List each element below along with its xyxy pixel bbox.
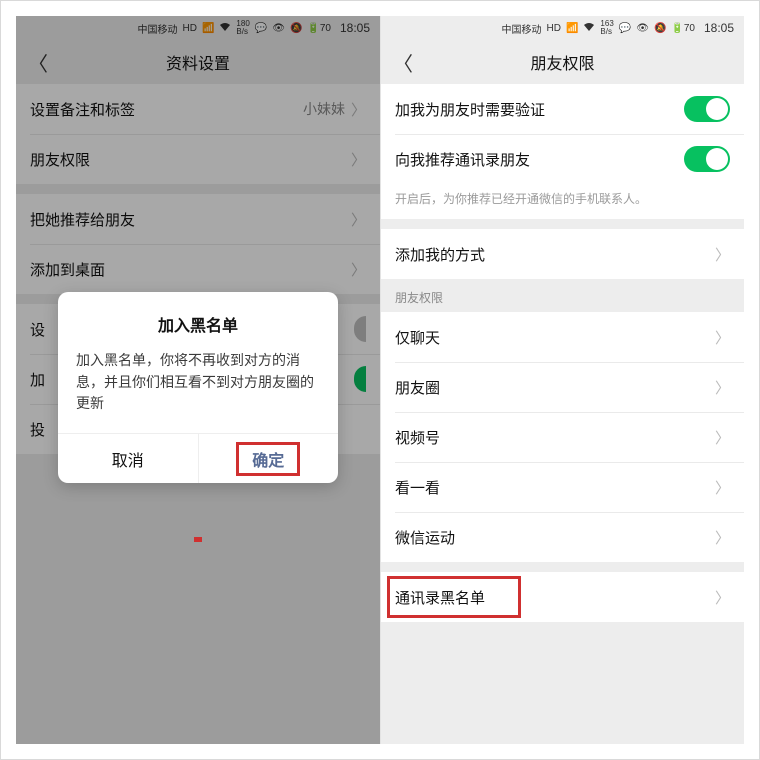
cancel-button[interactable]: 取消 xyxy=(58,434,199,483)
dialog-title: 加入黑名单 xyxy=(76,312,320,336)
chevron-right-icon: 〉 xyxy=(715,244,730,265)
chevron-right-icon: 〉 xyxy=(715,587,730,608)
row-label: 朋友圈 xyxy=(395,377,440,398)
back-button[interactable]: 〈 xyxy=(393,48,413,77)
net-rate: 163B/s xyxy=(600,20,613,36)
clock: 18:05 xyxy=(704,21,734,35)
row-channels[interactable]: 视频号 〉 xyxy=(381,412,744,462)
phone-right: 中国移动 HD 📶 163B/s 💬 👁 🔕 🔋70 18:05 〈 朋友权限 xyxy=(380,16,744,744)
row-label: 仅聊天 xyxy=(395,327,440,348)
row-moments[interactable]: 朋友圈 〉 xyxy=(381,362,744,412)
row-label: 加我为朋友时需要验证 xyxy=(395,99,545,120)
red-marker xyxy=(194,537,202,542)
row-friend-verify: 加我为朋友时需要验证 xyxy=(381,84,744,134)
signal-icon: 📶 xyxy=(566,23,578,34)
row-label: 向我推荐通讯录朋友 xyxy=(395,149,530,170)
row-add-method[interactable]: 添加我的方式 〉 xyxy=(381,229,744,279)
row-label: 视频号 xyxy=(395,427,440,448)
toggle-recommend-contacts[interactable] xyxy=(684,146,730,172)
row-recommend-contacts: 向我推荐通讯录朋友 xyxy=(381,134,744,184)
toggle-friend-verify[interactable] xyxy=(684,96,730,122)
row-chat-only[interactable]: 仅聊天 〉 xyxy=(381,312,744,362)
row-top-stories[interactable]: 看一看 〉 xyxy=(381,462,744,512)
eye-icon: 👁 xyxy=(636,23,649,34)
row-label: 添加我的方式 xyxy=(395,244,485,265)
section-header: 朋友权限 xyxy=(381,279,744,312)
chevron-right-icon: 〉 xyxy=(715,427,730,448)
dnd-icon: 🔕 xyxy=(654,23,666,34)
row-contacts-blacklist[interactable]: 通讯录黑名单 〉 xyxy=(381,572,744,622)
row-label: 微信运动 xyxy=(395,527,455,548)
page-header: 〈 朋友权限 xyxy=(381,40,744,84)
recommend-subtext: 开启后，为你推荐已经开通微信的手机联系人。 xyxy=(381,184,744,219)
dialog-message: 加入黑名单，你将不再收到对方的消息，并且你们相互看不到对方朋友圈的更新 xyxy=(76,350,320,415)
carrier-label: 中国移动 xyxy=(502,21,542,36)
status-bar: 中国移动 HD 📶 163B/s 💬 👁 🔕 🔋70 18:05 xyxy=(381,16,744,40)
row-label: 通讯录黑名单 xyxy=(395,587,485,608)
battery-icon: 🔋70 xyxy=(671,23,695,34)
row-label: 看一看 xyxy=(395,477,440,498)
confirm-dialog: 加入黑名单 加入黑名单，你将不再收到对方的消息，并且你们相互看不到对方朋友圈的更… xyxy=(58,292,338,483)
cancel-label: 取消 xyxy=(112,447,144,471)
row-werun[interactable]: 微信运动 〉 xyxy=(381,512,744,562)
chevron-right-icon: 〉 xyxy=(715,327,730,348)
notif-icon: 💬 xyxy=(619,23,631,34)
confirm-button[interactable]: 确定 xyxy=(199,434,339,483)
phone-left: 中国移动 HD 📶 180B/s 💬 👁 🔕 🔋70 18:05 xyxy=(16,16,380,744)
chevron-right-icon: 〉 xyxy=(715,477,730,498)
page-title: 朋友权限 xyxy=(530,50,594,74)
confirm-label: 确定 xyxy=(252,447,284,471)
hd-icon: HD xyxy=(547,23,561,34)
chevron-right-icon: 〉 xyxy=(715,377,730,398)
chevron-right-icon: 〉 xyxy=(715,527,730,548)
wifi-icon xyxy=(583,22,595,35)
